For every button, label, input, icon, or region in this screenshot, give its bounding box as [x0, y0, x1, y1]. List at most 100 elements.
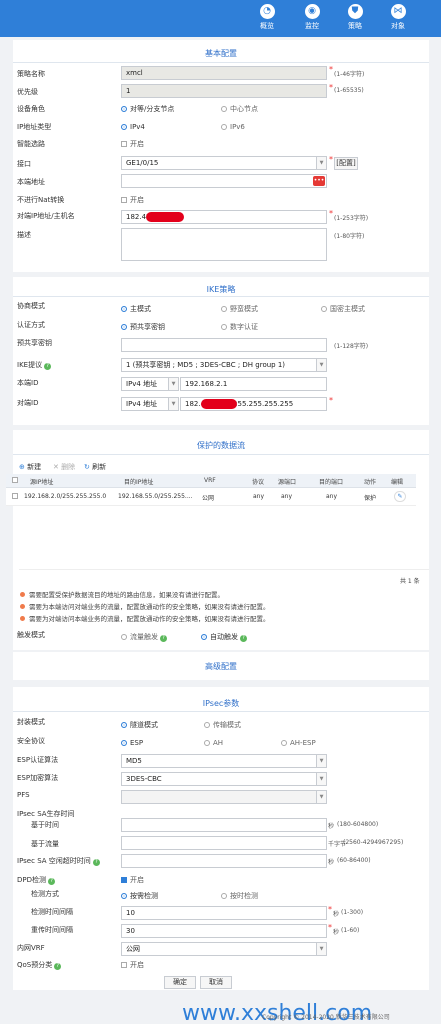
- sa-lifetime-label: IPsec SA生存时间: [17, 810, 75, 818]
- ok-button[interactable]: 确定: [164, 976, 196, 989]
- policy-name-label: 策略名称: [17, 70, 45, 78]
- psk-input[interactable]: [121, 338, 327, 352]
- psk-radio[interactable]: 预共享密钥: [121, 322, 165, 332]
- divider: [13, 454, 429, 455]
- help-icon: ?: [54, 963, 62, 970]
- dpd-label: DPD检测?: [17, 875, 56, 885]
- refresh-button[interactable]: ↻ 刷新: [84, 462, 106, 472]
- ike-policy-panel: IKE策略 协商模式 主模式 野蛮模式 国密主模式 认证方式 预共享密钥 数字认…: [13, 277, 429, 425]
- edit-icon[interactable]: ✎: [394, 491, 406, 502]
- qos-checkbox[interactable]: 开启: [121, 960, 144, 970]
- traffic-trigger-radio[interactable]: 流量触发?: [121, 632, 167, 642]
- ike-proposal-select[interactable]: 1 (预共享密钥 ; MD5 ; 3DES-CBC ; DH group 1) ▼: [121, 358, 327, 372]
- add-button[interactable]: ⊕ 新建: [19, 462, 41, 472]
- ipsec-params-panel: IPsec参数 封装模式 隧道模式 传输模式 安全协议 ESP AH AH-ES…: [13, 687, 429, 990]
- periodic-radio[interactable]: 按时检测: [221, 891, 258, 901]
- nav-object[interactable]: ⋈ 对象: [380, 2, 416, 36]
- help-icon: ?: [44, 363, 52, 370]
- description-textarea[interactable]: [121, 228, 327, 261]
- nav-dashboard[interactable]: ◔ 概览: [249, 2, 285, 36]
- chevron-down-icon: ▼: [316, 755, 326, 767]
- detect-interval-hint: (1-300): [341, 909, 364, 916]
- cell-dst-port: any: [326, 493, 338, 500]
- on-demand-radio[interactable]: 按需检测: [121, 891, 158, 901]
- col-edit: 编辑: [391, 479, 404, 486]
- select-all-checkbox[interactable]: [12, 477, 18, 483]
- sm-main-mode-radio[interactable]: 国密主模式: [321, 304, 365, 314]
- col-dst-port: 目的端口: [319, 479, 344, 486]
- detect-interval-input[interactable]: 10: [121, 906, 327, 920]
- traffic-based-input[interactable]: [121, 836, 327, 850]
- ike-title: IKE策略: [206, 285, 236, 294]
- cell-dst-ip: 192.168.55.0/255.255....: [118, 493, 193, 500]
- role-peer-radio[interactable]: 对等/分支节点: [121, 104, 174, 114]
- psk-hint: (1-128字符): [334, 343, 369, 350]
- tunnel-mode-radio[interactable]: 隧道模式: [121, 720, 158, 730]
- main-mode-radio[interactable]: 主模式: [121, 304, 151, 314]
- smart-routing-label: 智能选路: [17, 140, 45, 148]
- table-header: 源IP地址 目的IP地址 VRF 协议 源端口 目的端口 动作 编辑: [6, 474, 416, 488]
- help-icon: ?: [160, 635, 167, 642]
- table-total: 共 1 条: [400, 578, 420, 585]
- priority-label: 优先级: [17, 88, 38, 96]
- divider: [13, 296, 429, 297]
- esp-enc-label: ESP加密算法: [17, 774, 59, 782]
- aggressive-mode-radio[interactable]: 野蛮模式: [221, 304, 258, 314]
- nav-monitor[interactable]: ◉ 监控: [294, 2, 330, 36]
- idle-timeout-hint: (60-86400): [337, 857, 371, 864]
- psk-label: 预共享密钥: [17, 339, 52, 347]
- nat-label: 不进行Nat转换: [17, 196, 65, 204]
- smart-routing-checkbox[interactable]: 开启: [121, 139, 144, 149]
- role-center-radio[interactable]: 中心节点: [221, 104, 258, 114]
- idle-timeout-input[interactable]: [121, 854, 327, 868]
- required-mark: *: [329, 83, 333, 92]
- time-based-hint: (180-604800): [337, 821, 379, 828]
- close-icon: ✕: [53, 463, 59, 471]
- time-based-input[interactable]: [121, 818, 327, 832]
- table-row[interactable]: 192.168.2.0/255.255.255.0 192.168.55.0/2…: [6, 488, 416, 506]
- policy-name-input[interactable]: xmcl: [121, 66, 327, 80]
- detect-interval-label: 检测时间间隔: [31, 908, 73, 916]
- dpd-checkbox[interactable]: 开启: [121, 875, 144, 885]
- nat-checkbox[interactable]: 开启: [121, 195, 144, 205]
- cancel-button[interactable]: 取消: [200, 976, 232, 989]
- pfs-select[interactable]: ▼: [121, 790, 327, 804]
- peer-address-label: 对端IP地址/主机名: [17, 212, 75, 220]
- inner-vrf-select[interactable]: 公网 ▼: [121, 942, 327, 956]
- local-address-input[interactable]: [121, 174, 327, 188]
- priority-input[interactable]: 1: [121, 84, 327, 98]
- pfs-label: PFS: [17, 791, 30, 799]
- delete-button[interactable]: ✕ 删除: [53, 462, 75, 472]
- ipv6-radio[interactable]: IPv6: [221, 123, 245, 131]
- nav-policy[interactable]: ⛊ 策略: [337, 2, 373, 36]
- ah-radio[interactable]: AH: [204, 739, 223, 747]
- local-id-type-select[interactable]: IPv4 地址 ▼: [121, 377, 179, 391]
- esp-auth-select[interactable]: MD5 ▼: [121, 754, 327, 768]
- retry-interval-label: 重传时间间隔: [31, 926, 73, 934]
- auto-trigger-radio[interactable]: 自动触发?: [201, 632, 247, 642]
- divider: [13, 711, 429, 712]
- col-dst-ip: 目的IP地址: [124, 479, 154, 486]
- data-flow-title: 保护的数据流: [197, 441, 245, 450]
- col-vrf: VRF: [204, 477, 216, 484]
- esp-radio[interactable]: ESP: [121, 739, 143, 747]
- interface-select[interactable]: GE1/0/15 ▼: [121, 156, 327, 170]
- local-id-input[interactable]: 192.168.2.1: [180, 377, 327, 391]
- interface-config-button[interactable]: [配置]: [334, 157, 358, 170]
- more-icon[interactable]: •••: [313, 176, 325, 186]
- ipv4-radio[interactable]: IPv4: [121, 123, 145, 131]
- transport-mode-radio[interactable]: 传输模式: [204, 720, 241, 730]
- col-src-port: 源端口: [278, 479, 297, 486]
- top-nav-bar: ◔ 概览 ◉ 监控 ⛊ 策略 ⋈ 对象: [0, 0, 441, 37]
- row-checkbox[interactable]: [12, 493, 18, 499]
- cert-radio[interactable]: 数字认证: [221, 322, 258, 332]
- chevron-down-icon: ▼: [168, 398, 178, 410]
- note-local-policy: 需要为本端访问对端业务的流量，配置放通动作的安全策略，如果没有请进行配置。: [20, 601, 270, 611]
- divider: [13, 62, 429, 63]
- peer-id-type-select[interactable]: IPv4 地址 ▼: [121, 397, 179, 411]
- esp-enc-select[interactable]: 3DES-CBC ▼: [121, 772, 327, 786]
- ah-esp-radio[interactable]: AH-ESP: [281, 739, 316, 747]
- retry-interval-input[interactable]: 30: [121, 924, 327, 938]
- note-peer-policy: 需要为对端访问本端业务的流量，配置放通动作的安全策略，如果没有请进行配置。: [20, 613, 270, 623]
- cell-action: 保护: [364, 495, 377, 502]
